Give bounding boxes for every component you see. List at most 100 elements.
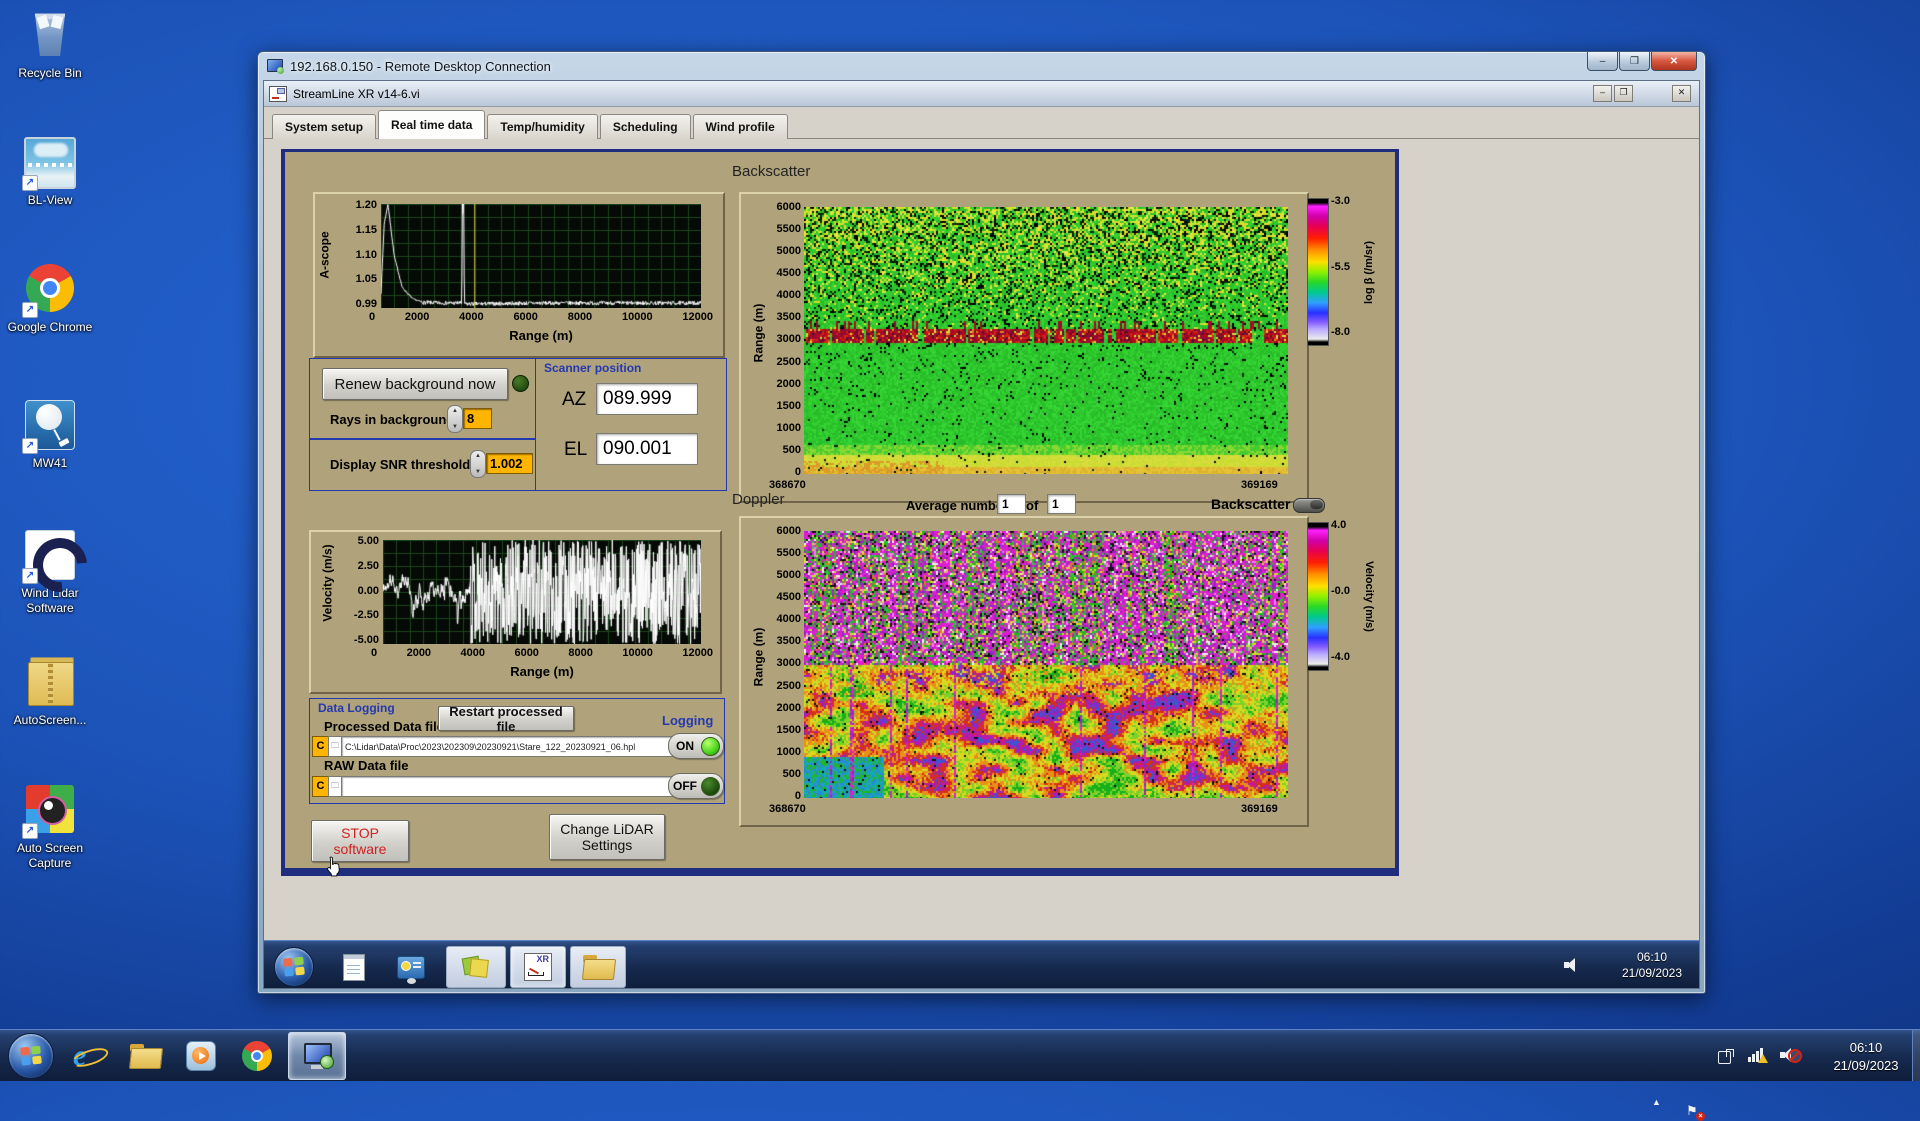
remote-taskbar-streamline-xr[interactable]: XR [510,946,566,988]
desktop-icon-bl-view[interactable]: ↗ BL-View [0,135,100,208]
host-taskbar-chrome[interactable] [232,1038,282,1074]
tab-bar: System setup Real time data Temp/humidit… [272,110,790,139]
app-minimize-button[interactable]: – [1593,85,1612,102]
host-taskbar-media-player[interactable] [176,1038,226,1074]
host-tray-volume-muted-icon[interactable] [1780,1048,1802,1063]
remote-taskbar-explorer[interactable] [570,946,626,988]
axis-tick: 2500 [776,355,801,368]
desktop-icon-mw41[interactable]: ↗ MW41 [0,398,100,471]
processed-browse-icon[interactable]: 🗀 [328,736,342,757]
of-label: of [1026,498,1039,513]
app-window-title: StreamLine XR v14-6.vi [293,86,420,101]
tab-temp-humidity[interactable]: Temp/humidity [487,114,598,139]
axis-tick: 4500 [776,267,801,280]
average-number-field[interactable]: 1 [997,494,1026,514]
axis-tick: 12000 [682,647,713,659]
rays-spinner[interactable]: ▲ ▼ [447,405,463,433]
remote-taskbar-notepad[interactable] [336,951,372,983]
axis-tick: 4000 [776,613,801,626]
host-clock[interactable]: 06:10 21/09/2023 [1820,1039,1912,1074]
velocity-x-axis: 0 2000 4000 6000 8000 10000 12000 [371,648,713,659]
axis-tick: 5500 [776,223,801,236]
backscatter-x-end: 369169 [1241,479,1278,491]
ascope-graph-frame: 1.20 1.15 1.10 1.05 0.99 0 2000 4000 6000 8000 10… [313,192,725,358]
rdp-minimize-button[interactable]: – [1587,52,1618,71]
remote-tray-volume-icon[interactable] [1564,958,1580,972]
host-taskbar-internet-explorer[interactable]: e [64,1038,114,1074]
velocity-graph-frame: 5.00 2.50 0.00 -2.50 -5.00 0 2000 4000 6000 8000… [309,530,722,694]
doppler-graph-frame: 6000 5500 5000 4500 4000 3500 3000 2500 2000 1500… [739,516,1309,827]
axis-tick: 1.15 [355,223,377,236]
axis-tick: 2000 [776,701,801,714]
remote-taskbar-control-panel[interactable] [392,951,430,984]
axis-tick: 4000 [460,647,485,659]
raw-browse-icon[interactable]: 🗀 [328,776,342,797]
axis-tick: 2000 [404,311,430,323]
raw-data-file-path[interactable] [341,776,676,797]
axis-tick: 10000 [622,647,653,659]
remote-clock[interactable]: 06:10 21/09/2023 [1608,949,1696,981]
rdp-maximize-button[interactable]: ❐ [1619,52,1650,71]
shortcut-arrow-icon: ↗ [22,568,38,584]
show-desktop-button[interactable] [1912,1030,1920,1081]
axis-tick: 8000 [567,311,593,323]
axis-tick: -2.50 [353,609,379,622]
tab-scheduling[interactable]: Scheduling [599,114,691,139]
real-time-data-panel: 1.20 1.15 1.10 1.05 0.99 0 2000 4000 6000 8000 10… [281,149,1399,877]
restart-processed-file-button[interactable]: Restart processed file [438,704,574,734]
desktop-icon-wind-lidar-software[interactable]: ↗ Wind Lidar Software [0,526,100,616]
remote-start-button[interactable] [274,947,314,987]
media-player-icon [186,1041,216,1071]
host-tray-action-center-icon[interactable]: ⚑ × [1686,1104,1705,1121]
shortcut-arrow-icon: ↗ [22,175,38,191]
shortcut-arrow-icon: ↗ [22,823,38,839]
tab-real-time-data[interactable]: Real time data [378,110,486,139]
renew-background-button[interactable]: Renew background now [322,368,508,400]
shortcut-arrow-icon: ↗ [22,438,38,454]
el-label: EL [564,439,588,460]
desktop-icon-autoscreen-zip[interactable]: AutoScreen... [0,655,100,728]
tab-system-setup[interactable]: System setup [272,114,377,139]
doppler-colorbar-ticks: 4.0 -0.0 -4.0 [1331,520,1361,663]
remote-taskbar-sticky-notes[interactable] [446,946,506,988]
el-value: 090.001 [596,433,698,465]
axis-tick: -4.0 [1331,651,1350,663]
snr-value[interactable]: 1.002 [486,453,533,474]
background-controls-box: Renew background now Rays in background … [309,358,536,440]
app-maximize-button[interactable]: ❐ [1614,85,1633,102]
desktop-icon-google-chrome[interactable]: ↗ Google Chrome [0,262,100,335]
remote-session: StreamLine XR v14-6.vi – ❐ ✕ System setu… [263,80,1700,989]
ascope-x-label: Range (m) [509,328,573,343]
raw-logging-toggle-off[interactable]: OFF [668,773,724,799]
axis-tick: 6000 [513,311,538,323]
processed-data-file-path[interactable]: C:\Lidar\Data\Proc\2023\202309\20230921\… [341,736,676,757]
snr-spinner[interactable]: ▲ ▼ [470,450,486,478]
icon-label: MW41 [32,456,68,470]
tab-wind-profile[interactable]: Wind profile [692,114,788,139]
backscatter-doppler-toggle[interactable] [1293,498,1325,513]
rdp-icon [267,58,284,74]
change-lidar-settings-button[interactable]: Change LiDAR Settings [549,814,665,860]
rdp-titlebar[interactable]: 192.168.0.150 - Remote Desktop Connectio… [258,52,1705,80]
host-tray-power-icon[interactable] [1718,1049,1734,1064]
host-taskbar-explorer[interactable] [120,1038,170,1074]
host-tray-network-icon[interactable] [1748,1048,1768,1063]
raw-drive-selector[interactable]: C [312,776,329,797]
data-logging-box: Data Logging Processed Data file Restart… [309,698,725,804]
backscatter-title: Backscatter [732,163,811,180]
average-count-field[interactable]: 1 [1047,494,1076,514]
desktop-icon-recycle-bin[interactable]: Recycle Bin [0,8,100,81]
desktop-icon-auto-screen-capture[interactable]: ↗ Auto Screen Capture [0,783,100,871]
recycle-bin-icon [34,13,66,56]
host-taskbar-remote-desktop[interactable] [288,1032,346,1080]
app-close-button[interactable]: ✕ [1672,85,1691,102]
rdp-close-button[interactable]: ✕ [1651,52,1697,71]
processed-logging-toggle-on[interactable]: ON [668,733,724,759]
backscatter-colorbar-label: log β (/m/sr) [1363,240,1375,304]
app-titlebar[interactable]: StreamLine XR v14-6.vi [264,81,1699,107]
processed-drive-selector[interactable]: C [312,736,329,757]
raw-data-file-label: RAW Data file [324,758,409,773]
host-start-button[interactable] [8,1033,54,1079]
shortcut-arrow-icon: ↗ [22,302,38,318]
rays-value[interactable]: 8 [463,408,492,429]
